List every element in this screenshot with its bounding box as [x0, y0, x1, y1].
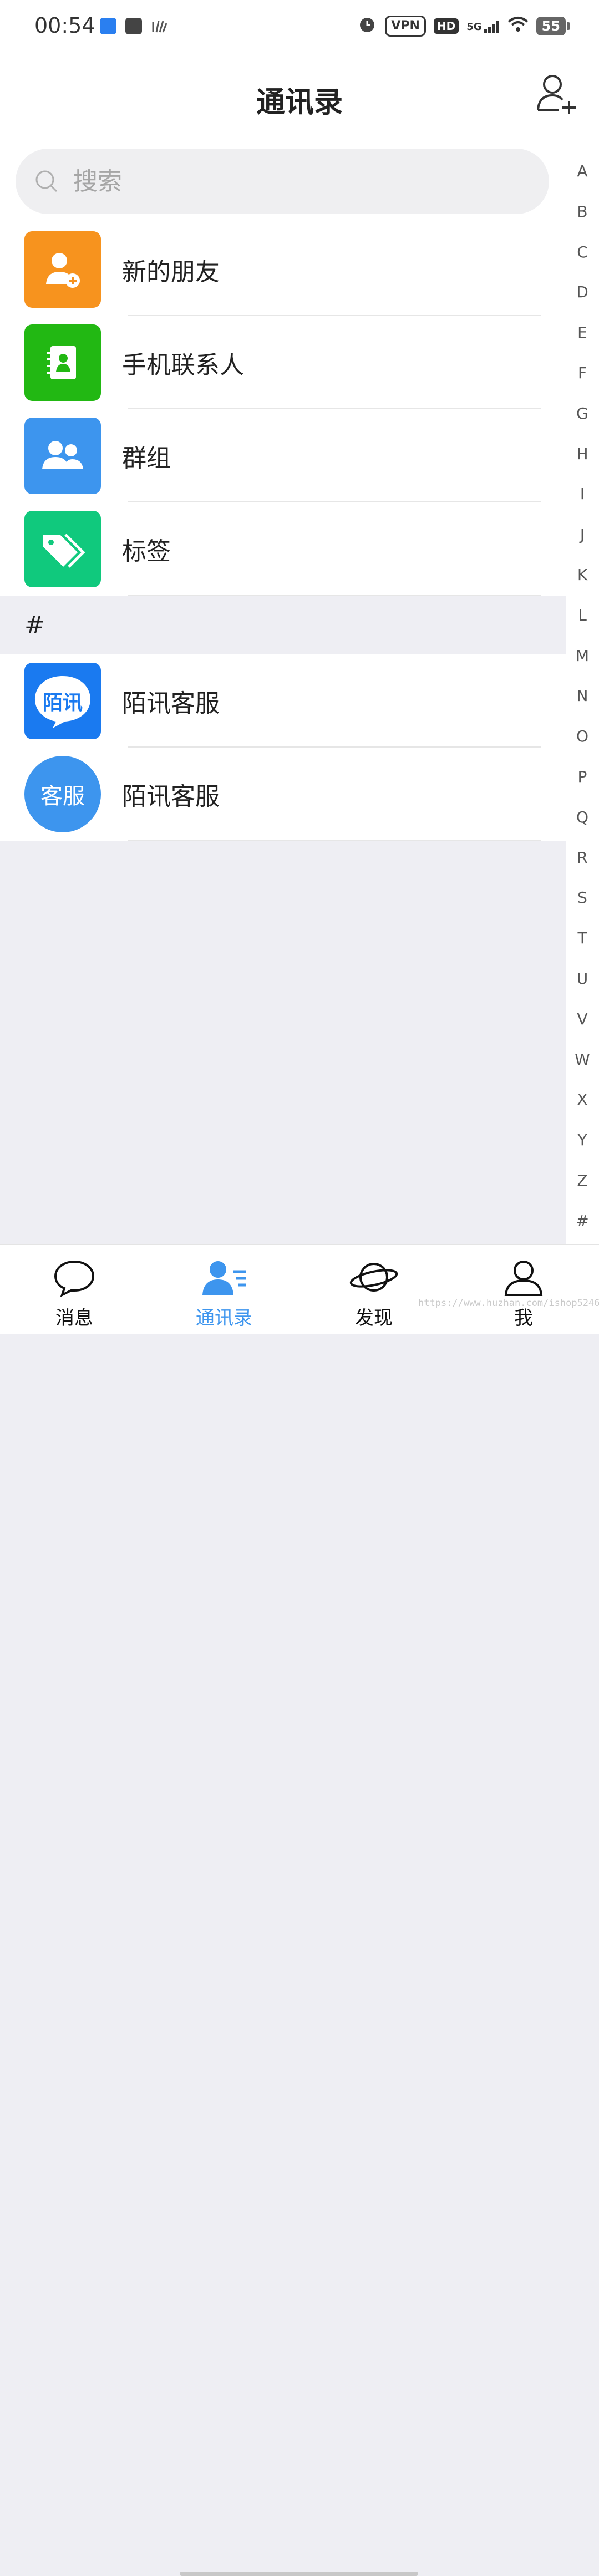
- phone-contacts-item[interactable]: 手机联系人: [0, 316, 566, 409]
- notification-icons: [100, 18, 167, 37]
- wifi-icon: [507, 16, 529, 36]
- index-letter[interactable]: M: [566, 647, 599, 665]
- index-letter[interactable]: S: [566, 888, 599, 907]
- tab-label: 发现: [355, 1307, 393, 1329]
- new-friend-icon: [24, 231, 101, 308]
- index-letter[interactable]: Z: [566, 1171, 599, 1190]
- tab-discover[interactable]: 发现: [324, 1258, 424, 1330]
- contacts-list: 新的朋友 手机联系人 群组 标签 # 陌讯 陌讯客服 客服 陌讯客服: [0, 223, 566, 841]
- cellular-signal-icon: 5G: [466, 19, 499, 33]
- list-item-label: 群组: [122, 444, 171, 472]
- tab-messages[interactable]: 消息: [24, 1258, 124, 1330]
- index-letter[interactable]: H: [566, 445, 599, 463]
- status-right: VPN HD 5G 55: [357, 14, 570, 38]
- group-icon: [24, 418, 101, 494]
- index-letter[interactable]: D: [566, 283, 599, 301]
- index-letter[interactable]: W: [566, 1050, 599, 1069]
- index-letter[interactable]: U: [566, 969, 599, 988]
- add-person-icon: [537, 75, 576, 114]
- tags-item[interactable]: 标签: [0, 502, 566, 596]
- search-icon: [35, 170, 58, 192]
- momo-notification-icon: [100, 18, 116, 34]
- chat-bubble-icon: [54, 1260, 95, 1297]
- index-letter[interactable]: T: [566, 929, 599, 947]
- list-item-label: 新的朋友: [122, 258, 220, 286]
- vpn-badge: VPN: [385, 16, 426, 37]
- index-letter[interactable]: #: [566, 1212, 599, 1230]
- contact-row[interactable]: 客服 陌讯客服: [0, 748, 566, 841]
- contact-name: 陌讯客服: [122, 689, 220, 718]
- battery-icon: 55: [536, 17, 570, 35]
- contact-row[interactable]: 陌讯 陌讯客服: [0, 654, 566, 748]
- list-item-label: 手机联系人: [122, 351, 244, 379]
- tab-contacts[interactable]: 通讯录: [174, 1258, 274, 1330]
- battery-level: 55: [536, 17, 566, 35]
- tag-icon: [24, 511, 101, 587]
- avatar-text: 陌讯: [42, 692, 83, 714]
- phone-contacts-icon: [24, 324, 101, 401]
- alphabet-index[interactable]: A B C D E F G H I J K L M N O P Q R S T U V W X Y Z #: [566, 144, 599, 1244]
- planet-icon: [349, 1263, 398, 1292]
- index-letter[interactable]: Q: [566, 808, 599, 826]
- mail-notification-icon: [125, 18, 142, 34]
- index-letter[interactable]: K: [566, 566, 599, 584]
- index-letter[interactable]: F: [566, 364, 599, 382]
- watermark: https://www.huzhan.com/ishop52469: [418, 1298, 599, 1309]
- index-letter[interactable]: O: [566, 727, 599, 745]
- search-input[interactable]: [72, 166, 507, 196]
- index-letter[interactable]: I: [566, 485, 599, 503]
- status-bar: 00:54 VPN HD 5G 55: [0, 0, 599, 55]
- page-title: 通讯录: [256, 86, 343, 119]
- service-avatar: 客服: [24, 756, 101, 832]
- index-letter[interactable]: X: [566, 1090, 599, 1109]
- index-letter[interactable]: N: [566, 687, 599, 705]
- index-letter[interactable]: A: [566, 162, 599, 180]
- avatar-text: 客服: [40, 784, 85, 809]
- header: 通讯录: [0, 55, 599, 144]
- index-letter[interactable]: G: [566, 404, 599, 423]
- index-letter[interactable]: E: [566, 323, 599, 342]
- status-time: 00:54: [34, 13, 95, 38]
- index-letter[interactable]: Y: [566, 1131, 599, 1149]
- index-letter[interactable]: V: [566, 1010, 599, 1028]
- contacts-icon: [202, 1261, 246, 1295]
- section-title: #: [24, 611, 45, 639]
- momo-avatar: 陌讯: [24, 663, 101, 739]
- index-letter[interactable]: J: [566, 525, 599, 543]
- tab-bar: 消息 通讯录 发现 我: [0, 1244, 599, 2576]
- hd-badge: HD: [433, 18, 459, 34]
- tab-label: 通讯录: [196, 1307, 252, 1329]
- index-letter[interactable]: P: [566, 768, 599, 786]
- search-bar[interactable]: [16, 149, 549, 214]
- signal-stripes-icon: [151, 18, 167, 37]
- list-item-label: 标签: [122, 537, 171, 566]
- home-indicator[interactable]: [180, 2572, 418, 2576]
- index-letter[interactable]: B: [566, 202, 599, 221]
- add-contact-button[interactable]: [535, 72, 579, 116]
- tab-me[interactable]: 我: [474, 1258, 573, 1330]
- index-letter[interactable]: R: [566, 848, 599, 867]
- alarm-icon: [357, 14, 377, 38]
- contact-name: 陌讯客服: [122, 783, 220, 811]
- search-area: [0, 144, 566, 223]
- network-type: 5G: [466, 21, 482, 33]
- groups-item[interactable]: 群组: [0, 409, 566, 502]
- person-icon: [504, 1261, 543, 1296]
- section-header: #: [0, 596, 566, 654]
- index-letter[interactable]: L: [566, 606, 599, 624]
- new-friends-item[interactable]: 新的朋友: [0, 223, 566, 316]
- tab-label: 消息: [55, 1307, 93, 1329]
- index-letter[interactable]: C: [566, 243, 599, 261]
